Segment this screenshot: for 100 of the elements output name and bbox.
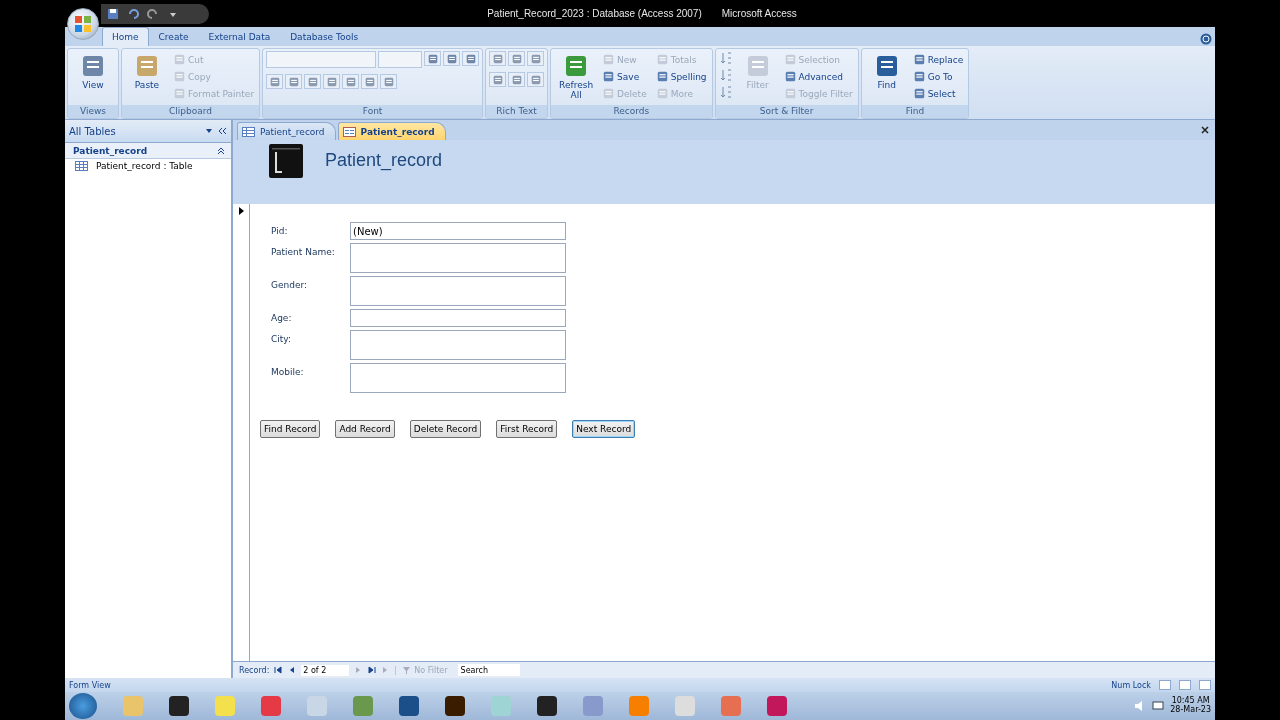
field-label: Gender: — [271, 279, 309, 292]
ribbon-tab[interactable]: Database Tools — [280, 27, 369, 46]
sort-icon — [718, 51, 733, 65]
app-icon — [490, 695, 512, 717]
window-title: Patient_Record_2023 : Database (Access 2007) — [487, 8, 702, 19]
font-size-field[interactable] — [378, 51, 423, 68]
record-selector-icon[interactable] — [237, 206, 245, 216]
help-icon[interactable] — [1200, 33, 1212, 45]
group-label: Font — [263, 105, 483, 118]
search-field[interactable]: Search — [457, 664, 520, 676]
logo-icon — [269, 144, 303, 178]
list-button[interactable] — [489, 72, 507, 87]
input-field[interactable]: (New) — [350, 222, 566, 240]
tool-icon — [656, 71, 668, 82]
app-icon — [352, 695, 374, 717]
input-field[interactable] — [350, 363, 566, 393]
last-icon — [368, 666, 377, 674]
fill-color-button[interactable] — [342, 74, 360, 89]
input-field[interactable] — [350, 330, 566, 360]
close-button[interactable] — [1199, 123, 1211, 135]
ribbon-button[interactable]: Save — [601, 68, 649, 85]
num-lock-indicator: Num Lock — [1111, 680, 1151, 690]
last-record-button[interactable] — [367, 665, 378, 675]
font-color-button[interactable] — [323, 74, 341, 89]
form-icon — [342, 126, 356, 137]
ribbon-tab[interactable]: External Data — [198, 27, 281, 46]
dropdown-icon[interactable] — [205, 127, 213, 135]
nav-item[interactable]: Patient_record : Table — [65, 159, 231, 173]
ribbon-tab[interactable]: Create — [148, 27, 199, 46]
collapse-icon[interactable] — [217, 127, 227, 135]
bold-button[interactable] — [266, 74, 284, 89]
underline-button[interactable] — [304, 74, 322, 89]
indent-button[interactable] — [489, 51, 507, 66]
field-label: City: — [271, 333, 293, 346]
ribbon-button[interactable]: Find — [864, 51, 909, 93]
table-icon — [75, 161, 88, 171]
record-button[interactable]: Find Record — [260, 420, 321, 438]
list-button[interactable] — [527, 72, 545, 87]
ribbon-button[interactable]: Advanced — [782, 68, 855, 85]
status-view: Form View — [69, 680, 111, 690]
ribbon-button[interactable]: Go To — [911, 68, 966, 85]
group-label: Sort & Filter — [715, 105, 858, 118]
record-button[interactable]: Next Record — [572, 420, 636, 438]
tool-icon — [656, 54, 668, 65]
app-name: Microsoft Access — [721, 8, 797, 19]
previous-icon — [289, 666, 296, 674]
document-tab[interactable]: Patient_record — [237, 122, 336, 140]
tool-icon — [174, 54, 185, 65]
record-button[interactable]: First Record — [496, 420, 558, 438]
input-field[interactable] — [350, 243, 566, 273]
clock-time: 10:45 AM — [1171, 697, 1210, 706]
align-button[interactable] — [443, 51, 461, 66]
logo-icon — [74, 15, 92, 33]
nav-group[interactable]: Patient_record — [65, 143, 231, 159]
ribbon-button[interactable]: Refresh All — [554, 51, 599, 103]
form-view-button[interactable] — [1159, 680, 1171, 690]
gridlines-button[interactable] — [361, 74, 379, 89]
indent-button[interactable] — [527, 51, 545, 66]
record-button[interactable]: Add Record — [335, 420, 395, 438]
input-field[interactable] — [350, 276, 566, 306]
ribbon-button[interactable]: Spelling — [654, 68, 709, 85]
group-label: Find — [861, 105, 969, 118]
document-tab[interactable]: Patient_record — [337, 122, 446, 140]
layout-view-button[interactable] — [1199, 680, 1211, 690]
ribbon-button[interactable]: Paste — [125, 51, 169, 93]
tool-icon — [174, 88, 185, 99]
font-name-field[interactable] — [266, 51, 377, 68]
network-icon[interactable] — [1152, 700, 1165, 712]
ribbon-button[interactable]: View — [71, 51, 115, 93]
indent-button[interactable] — [508, 51, 526, 66]
tool-icon — [174, 71, 185, 82]
office-button[interactable] — [67, 8, 99, 40]
align-button[interactable] — [462, 51, 480, 66]
alternate-fill-button[interactable] — [380, 74, 398, 89]
group-label: Records — [551, 105, 712, 118]
datasheet-view-button[interactable] — [1179, 680, 1191, 690]
sort-icon — [718, 68, 733, 82]
record-position[interactable]: 2 of 2 — [301, 664, 350, 676]
tool-icon — [656, 88, 668, 99]
tool-icon — [784, 71, 796, 82]
chevron-icon — [217, 146, 225, 155]
field-label: Patient Name: — [271, 246, 336, 259]
app-icon — [168, 695, 190, 717]
ribbon-button[interactable]: Replace — [911, 51, 966, 68]
floppy-icon — [107, 7, 119, 20]
first-record-button[interactable] — [273, 665, 284, 675]
tool-icon — [603, 71, 615, 82]
record-button[interactable]: Delete Record — [409, 420, 482, 438]
input-field[interactable] — [350, 309, 566, 327]
app-icon — [306, 695, 328, 717]
ribbon-tab[interactable]: Home — [102, 27, 149, 46]
list-button[interactable] — [508, 72, 526, 87]
align-button[interactable] — [424, 51, 442, 66]
ribbon-button[interactable]: Select — [911, 85, 966, 102]
redo-icon — [147, 7, 159, 20]
app-icon — [536, 695, 558, 717]
tool-icon — [603, 54, 615, 65]
italic-button[interactable] — [285, 74, 303, 89]
field-label: Age: — [271, 312, 293, 325]
start-button[interactable] — [69, 693, 97, 719]
